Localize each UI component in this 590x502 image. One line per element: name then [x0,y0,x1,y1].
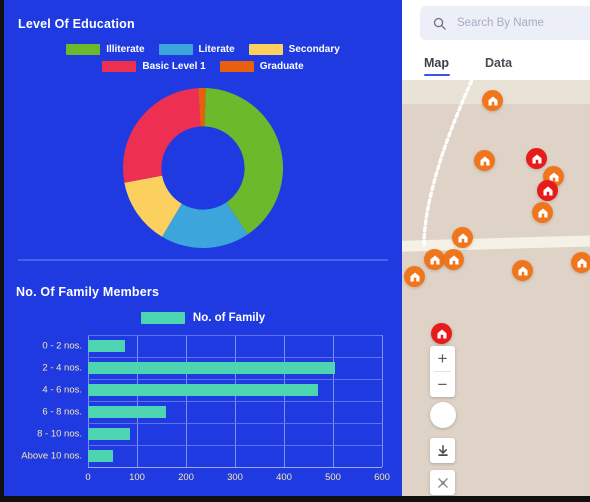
category-label: 2 - 4 nos. [42,362,82,374]
house-icon [437,329,446,338]
map-marker-house[interactable] [537,180,558,201]
x-tick-label: 600 [374,472,390,483]
zoom-controls: + − [430,346,455,397]
legend-swatch [102,61,137,72]
house-icon [518,266,527,275]
search-input[interactable] [455,16,590,30]
map-header [402,0,590,52]
row-separator [88,401,382,402]
education-legend: Illiterate Literate Secondary Basic Level 1… [4,44,402,72]
house-icon [488,96,497,105]
gridline [382,335,383,467]
x-tick-label: 0 [85,472,91,483]
locate-button[interactable] [430,402,456,428]
bar-6-8-nos-[interactable] [88,405,167,419]
legend-label: Basic Level 1 [142,61,206,72]
x-tick-label: 100 [129,472,145,483]
x-axis-line [88,467,382,468]
education-donut-chart [4,80,402,256]
map-marker-house[interactable] [404,266,425,287]
bar-2-4-nos-[interactable] [88,361,336,375]
legend-item-basic-level-1[interactable]: Basic Level 1 [102,61,206,72]
legend-item-graduate[interactable]: Graduate [219,61,304,72]
house-icon [480,156,489,165]
zoom-in-button[interactable]: + [430,346,455,371]
map-panel: Map Data + − [402,0,590,496]
house-icon [410,272,419,281]
measure-button[interactable] [430,470,455,495]
donut-svg [123,88,283,248]
legend-item-illiterate[interactable]: Illiterate [66,44,145,55]
map-marker-house[interactable] [532,202,553,223]
map-marker-house[interactable] [526,148,547,169]
house-icon [458,233,467,242]
row-separator [88,335,382,336]
map-marker-house[interactable] [443,249,464,270]
family-legend-label: No. of Family [192,312,266,324]
legend-swatch [158,44,193,55]
bar-4-6-nos-[interactable] [88,383,319,397]
legend-label: Illiterate [106,44,145,55]
download-button[interactable] [430,438,455,463]
house-icon [430,255,439,264]
search-icon [433,17,446,30]
selected-marker-icon[interactable] [431,323,452,344]
row-separator [88,357,382,358]
tab-data[interactable]: Data [485,52,512,76]
map-marker-house[interactable] [571,252,590,273]
family-legend: No. of Family [4,312,402,324]
legend-swatch [248,44,283,55]
legend-swatch [219,61,254,72]
application-window: Level Of Education Illiterate Literate Sec… [0,0,590,502]
map-marker-house[interactable] [512,260,533,281]
bar-0-2-nos-[interactable] [88,339,125,353]
house-icon [543,186,552,195]
legend-label: Secondary [288,44,340,55]
category-label: 8 - 10 nos. [37,428,82,440]
section-divider [18,259,388,261]
legend-swatch [66,44,101,55]
legend-label: Graduate [259,61,304,72]
x-tick-label: 200 [178,472,194,483]
x-tick-label: 500 [325,472,341,483]
family-bar-chart: 0 - 2 nos. 2 - 4 nos. 4 - 6 nos. 6 - 8 nos.… [14,331,394,491]
donut-slice-basic-level-1[interactable] [123,88,201,183]
download-icon [437,444,448,456]
dashboard-panel: Level Of Education Illiterate Literate Sec… [4,0,402,496]
legend-item-literate[interactable]: Literate [158,44,235,55]
x-tick-label: 400 [276,472,292,483]
category-label: 0 - 2 nos. [42,340,82,352]
bar-plot-area [88,335,383,468]
zoom-out-button[interactable]: − [430,372,455,397]
house-icon [449,255,458,264]
map-marker-house[interactable] [424,249,445,270]
category-label: Above 10 nos. [21,450,82,462]
x-tick-label: 300 [227,472,243,483]
education-chart-title: Level Of Education [18,17,135,31]
map-marker-house[interactable] [482,90,503,111]
family-chart-title: No. Of Family Members [16,285,160,299]
house-icon [532,154,541,163]
map-canvas[interactable]: + − [402,80,590,496]
legend-item-secondary[interactable]: Secondary [248,44,340,55]
bar-8-10-nos-[interactable] [88,427,130,441]
legend-label: Literate [198,44,235,55]
bar-above-10-nos-[interactable] [88,449,114,463]
row-separator [88,379,382,380]
active-tab-underline [424,73,450,76]
house-icon [538,208,547,217]
map-marker-house[interactable] [452,227,473,248]
search-box[interactable] [420,6,590,40]
row-separator [88,445,382,446]
map-marker-house[interactable] [474,150,495,171]
tab-map[interactable]: Map [424,52,450,76]
row-separator [88,423,382,424]
category-label: 4 - 6 nos. [42,384,82,396]
category-label: 6 - 8 nos. [42,406,82,418]
house-icon [577,258,586,267]
family-legend-swatch [140,312,185,324]
measure-icon [437,477,448,488]
